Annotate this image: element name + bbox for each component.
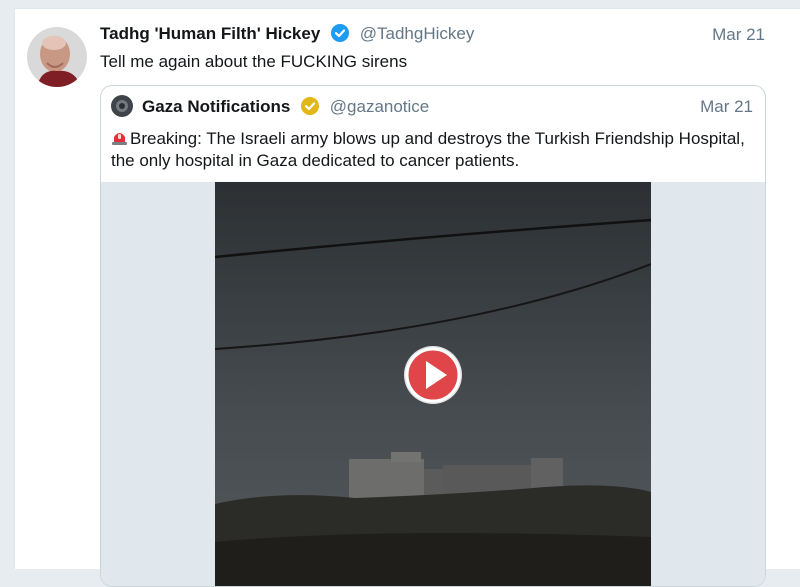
author-name-line[interactable]: Tadhg 'Human Filth' Hickey @TadhgHickey	[100, 24, 474, 47]
quoted-author-handle[interactable]: @gazanotice	[330, 97, 430, 116]
quoted-avatar[interactable]	[111, 95, 133, 117]
gold-verified-badge-icon	[301, 97, 320, 120]
quoted-tweet-text-block: Breaking: The Israeli army blows up and …	[111, 128, 751, 172]
tweet-card[interactable]: Tadhg 'Human Filth' Hickey @TadhgHickey …	[14, 8, 800, 587]
avatar-image	[27, 27, 87, 87]
quoted-avatar-image	[111, 95, 133, 117]
tweet-date[interactable]: Mar 21	[712, 25, 765, 45]
quoted-author-line[interactable]: Gaza Notifications @gazanotice	[142, 97, 429, 120]
play-icon[interactable]	[401, 343, 465, 407]
police-car-light-icon	[111, 129, 128, 146]
quoted-tweet[interactable]: Gaza Notifications @gazanotice Mar 21 Br…	[100, 85, 766, 587]
avatar[interactable]	[27, 27, 87, 87]
quoted-author-name[interactable]: Gaza Notifications	[142, 97, 290, 116]
quoted-tweet-text: Breaking: The Israeli army blows up and …	[111, 129, 745, 170]
author-handle[interactable]: @TadhgHickey	[360, 24, 475, 43]
quoted-tweet-date[interactable]: Mar 21	[700, 97, 753, 117]
tweet-text: Tell me again about the FUCKING sirens	[100, 52, 408, 71]
author-name[interactable]: Tadhg 'Human Filth' Hickey	[100, 24, 320, 43]
verified-badge-icon	[331, 24, 350, 47]
